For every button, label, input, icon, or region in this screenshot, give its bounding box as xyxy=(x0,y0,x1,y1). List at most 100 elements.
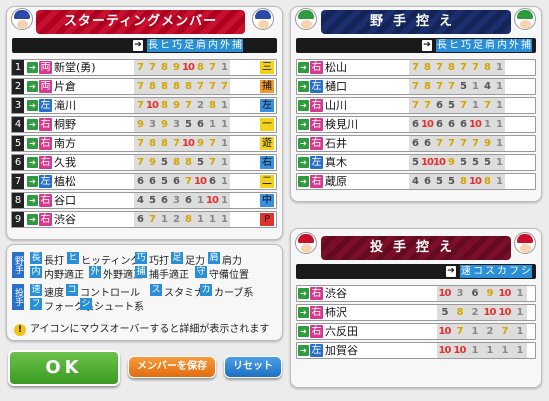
swap-arrow-icon[interactable]: ➔ xyxy=(298,119,309,130)
position-badge[interactable]: 右 xyxy=(260,156,274,169)
swap-arrow-icon[interactable]: ➔ xyxy=(27,100,38,111)
header-bench_pitchers-1[interactable]: コ xyxy=(472,265,484,278)
position-badge[interactable]: 三 xyxy=(260,61,274,74)
stat-value: 1 xyxy=(496,100,503,111)
player-name[interactable]: 柿沢 xyxy=(325,306,347,319)
player-row[interactable]: ➔ 右石井 6 6 7 7 7 7 9 1 xyxy=(296,135,536,152)
player-row[interactable]: ➔ 右松山 7 8 7 8 7 7 8 1 xyxy=(296,59,536,76)
player-name[interactable]: 加賀谷 xyxy=(325,344,358,357)
header-starting-7[interactable]: 捕 xyxy=(231,39,243,52)
player-row[interactable]: ➔ 左加賀谷 10 10 1 1 1 1 xyxy=(296,342,536,359)
swap-arrow-icon[interactable]: ➔ xyxy=(27,195,38,206)
player-row[interactable]: 6 ➔ 右久我 7 9 5 8 8 5 7 1 右 xyxy=(11,154,277,171)
position-badge[interactable]: 左 xyxy=(260,99,274,112)
player-name[interactable]: 片倉 xyxy=(54,80,76,93)
swap-arrow-icon[interactable]: ➔ xyxy=(298,288,309,299)
player-name[interactable]: 久我 xyxy=(54,156,76,169)
player-row[interactable]: ➔ 右柿沢 5 8 2 10 10 1 xyxy=(296,304,536,321)
position-badge[interactable]: 遊 xyxy=(260,137,274,150)
swap-arrow-icon[interactable]: ➔ xyxy=(298,307,309,318)
position-badge[interactable]: 一 xyxy=(260,118,274,131)
player-row[interactable]: ➔ 右蔵原 4 6 5 5 8 10 8 1 xyxy=(296,173,536,190)
header-bench_pitchers-0[interactable]: 速 xyxy=(460,265,472,278)
swap-arrow-icon[interactable]: ➔ xyxy=(298,100,309,111)
header-starting-6[interactable]: 外 xyxy=(219,39,231,52)
swap-arrow-icon[interactable]: ➔ xyxy=(298,345,309,356)
player-name[interactable]: 渋谷 xyxy=(54,213,76,226)
header-bench_pitchers-5[interactable]: シ xyxy=(520,265,532,278)
position-badge[interactable]: P xyxy=(260,213,274,226)
swap-arrow-icon[interactable]: ➔ xyxy=(27,157,38,168)
swap-arrow-icon[interactable]: ➔ xyxy=(27,62,38,73)
player-name[interactable]: 蔵原 xyxy=(325,175,347,188)
player-name[interactable]: 南方 xyxy=(54,137,76,150)
player-name[interactable]: 植松 xyxy=(54,175,76,188)
swap-arrow-icon[interactable]: ➔ xyxy=(27,119,38,130)
swap-arrow-icon[interactable]: ➔ xyxy=(27,214,38,225)
position-badge[interactable]: 中 xyxy=(260,194,274,207)
player-row[interactable]: ➔ 右山川 7 7 6 5 7 1 7 1 xyxy=(296,97,536,114)
player-name[interactable]: 渋谷 xyxy=(325,287,347,300)
player-row[interactable]: ➔ 右六反田 10 7 1 2 7 1 xyxy=(296,323,536,340)
player-name[interactable]: 新堂(勇) xyxy=(54,61,96,74)
throw-hand-badge: 両 xyxy=(39,61,52,74)
stat-value: 7 xyxy=(137,138,144,149)
header-starting-1[interactable]: ヒ xyxy=(159,39,171,52)
player-row[interactable]: ➔ 左樋口 7 8 7 7 5 1 4 1 xyxy=(296,78,536,95)
swap-arrow-icon[interactable]: ➔ xyxy=(27,138,38,149)
throw-hand-badge: 右 xyxy=(310,118,323,131)
player-name[interactable]: 山川 xyxy=(325,99,347,112)
header-bench_fielders-7[interactable]: 捕 xyxy=(520,39,532,52)
player-row[interactable]: ➔ 右検見川 6 10 6 6 6 10 1 1 xyxy=(296,116,536,133)
swap-arrow-icon[interactable]: ➔ xyxy=(27,176,38,187)
player-row[interactable]: 1 ➔ 両新堂(勇) 7 7 8 9 10 8 7 1 三 xyxy=(11,59,277,76)
ok-button[interactable]: OK xyxy=(8,350,120,386)
player-row[interactable]: 3 ➔ 左滝川 7 10 8 9 7 2 8 1 左 xyxy=(11,97,277,114)
position-badge[interactable]: 二 xyxy=(260,175,274,188)
swap-arrow-icon[interactable]: ➔ xyxy=(298,157,309,168)
header-bench_fielders-3[interactable]: 足 xyxy=(472,39,484,52)
player-row[interactable]: 4 ➔ 右桐野 9 3 9 3 5 6 1 1 一 xyxy=(11,116,277,133)
header-bench_pitchers-3[interactable]: カ xyxy=(496,265,508,278)
stat-value: 3 xyxy=(173,119,180,130)
swap-arrow-icon[interactable]: ➔ xyxy=(298,326,309,337)
header-bench_fielders-1[interactable]: ヒ xyxy=(448,39,460,52)
player-name[interactable]: 桐野 xyxy=(54,118,76,131)
player-name[interactable]: 検見川 xyxy=(325,118,358,131)
header-starting-4[interactable]: 肩 xyxy=(195,39,207,52)
player-row[interactable]: 2 ➔ 両片倉 7 8 8 8 8 7 7 7 捕 xyxy=(11,78,277,95)
position-badge[interactable]: 捕 xyxy=(260,80,274,93)
player-name[interactable]: 真木 xyxy=(325,156,347,169)
player-name[interactable]: 滝川 xyxy=(54,99,76,112)
header-bench_fielders-2[interactable]: 巧 xyxy=(460,39,472,52)
player-row[interactable]: 5 ➔ 右南方 7 8 8 7 10 9 7 1 遊 xyxy=(11,135,277,152)
player-row[interactable]: 8 ➔ 右谷口 4 5 6 3 6 1 10 1 中 xyxy=(11,192,277,209)
swap-arrow-icon[interactable]: ➔ xyxy=(298,138,309,149)
player-name[interactable]: 石井 xyxy=(325,137,347,150)
swap-arrow-icon[interactable]: ➔ xyxy=(298,176,309,187)
swap-arrow-icon[interactable]: ➔ xyxy=(298,81,309,92)
header-bench_fielders-6[interactable]: 外 xyxy=(508,39,520,52)
swap-arrow-icon[interactable]: ➔ xyxy=(298,62,309,73)
player-row[interactable]: ➔ 左真木 5 10 10 9 5 5 5 1 xyxy=(296,154,536,171)
player-row[interactable]: ➔ 右渋谷 10 3 6 9 10 1 xyxy=(296,285,536,302)
player-name[interactable]: 六反田 xyxy=(325,325,358,338)
header-starting-5[interactable]: 内 xyxy=(207,39,219,52)
player-name[interactable]: 谷口 xyxy=(54,194,76,207)
header-bench_pitchers-4[interactable]: フ xyxy=(508,265,520,278)
reset-button[interactable]: リセット xyxy=(224,356,282,378)
header-starting-0[interactable]: 長 xyxy=(147,39,159,52)
player-name[interactable]: 樋口 xyxy=(325,80,347,93)
header-starting-2[interactable]: 巧 xyxy=(171,39,183,52)
header-bench_pitchers-2[interactable]: ス xyxy=(484,265,496,278)
player-row[interactable]: 9 ➔ 右渋谷 6 7 1 2 8 1 1 1 P xyxy=(11,211,277,228)
player-name[interactable]: 松山 xyxy=(325,61,347,74)
header-bench_fielders-4[interactable]: 肩 xyxy=(484,39,496,52)
header-starting-3[interactable]: 足 xyxy=(183,39,195,52)
player-row[interactable]: 7 ➔ 左植松 6 6 5 6 7 10 6 1 二 xyxy=(11,173,277,190)
header-bench_fielders-5[interactable]: 内 xyxy=(496,39,508,52)
mascot-icon xyxy=(295,8,317,30)
header-bench_fielders-0[interactable]: 長 xyxy=(436,39,448,52)
save-members-button[interactable]: メンバーを保存 xyxy=(128,356,216,378)
swap-arrow-icon[interactable]: ➔ xyxy=(27,81,38,92)
